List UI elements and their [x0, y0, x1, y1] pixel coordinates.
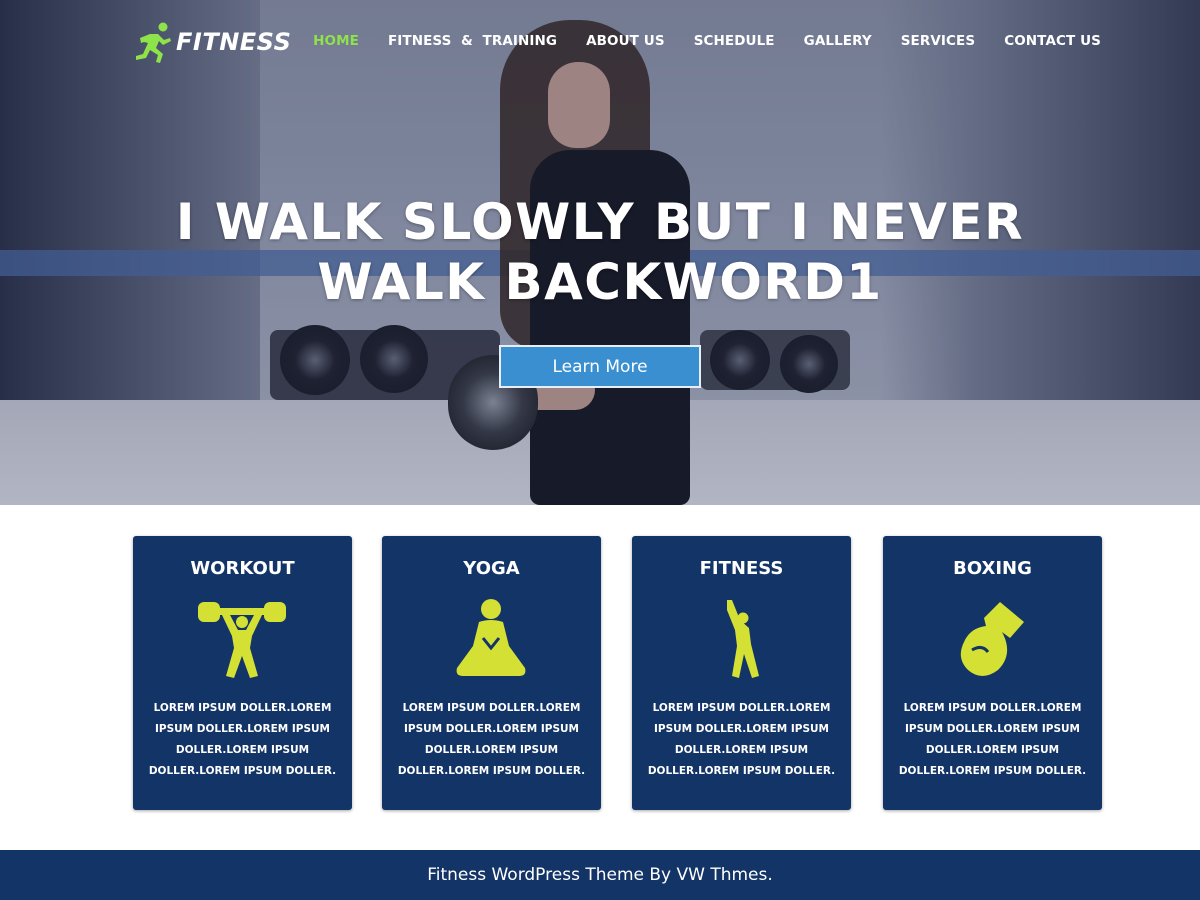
hero-headline-line1: I WALK SLOWLY BUT I NEVER: [175, 193, 1025, 251]
nav-item-contact-us[interactable]: CONTACT US: [1004, 33, 1101, 49]
card-title: FITNESS: [699, 558, 784, 579]
card-boxing[interactable]: BOXING LOREM IPSUM DOLLER.LOREM IPSUM DO…: [883, 536, 1102, 810]
card-fitness[interactable]: FITNESS LOREM IPSUM DOLLER.LOREM IPSUM D…: [632, 536, 851, 810]
hero-banner: FITNESS HOME FITNESS & TRAINING ABOUT US…: [0, 0, 1200, 505]
card-description: LOREM IPSUM DOLLER.LOREM IPSUM DOLLER.LO…: [647, 702, 836, 777]
hero-headline: I WALK SLOWLY BUT I NEVER WALK BACKWORD1: [100, 192, 1100, 312]
card-workout[interactable]: WORKOUT LOREM IPSUM DOLLER.LOREM IPSUM D…: [133, 536, 352, 810]
card-description: LOREM IPSUM DOLLER.LOREM IPSUM DOLLER.LO…: [397, 702, 586, 777]
nav-item-gallery[interactable]: GALLERY: [804, 33, 872, 49]
card-title: BOXING: [953, 558, 1032, 579]
main-navigation: HOME FITNESS & TRAINING ABOUT US SCHEDUL…: [284, 33, 1101, 49]
meditation-icon: [456, 599, 526, 676]
weightlifter-icon: [198, 602, 286, 678]
boxing-glove-icon: [960, 602, 1024, 676]
card-title: YOGA: [463, 558, 520, 579]
nav-item-schedule[interactable]: SCHEDULE: [694, 33, 775, 49]
hero-headline-line2: WALK BACKWORD1: [317, 253, 883, 311]
card-description: LOREM IPSUM DOLLER.LOREM IPSUM DOLLER.LO…: [148, 702, 337, 777]
nav-item-home[interactable]: HOME: [313, 33, 359, 49]
card-description: LOREM IPSUM DOLLER.LOREM IPSUM DOLLER.LO…: [898, 702, 1087, 777]
services-cards: WORKOUT LOREM IPSUM DOLLER.LOREM IPSUM D…: [0, 536, 1200, 810]
site-footer: Fitness WordPress Theme By VW Thmes.: [0, 850, 1200, 900]
footer-credit[interactable]: Fitness WordPress Theme By VW Thmes.: [427, 865, 773, 885]
stretching-icon: [727, 600, 759, 678]
nav-item-services[interactable]: SERVICES: [901, 33, 975, 49]
brand-name: FITNESS: [176, 28, 292, 56]
site-logo[interactable]: FITNESS: [134, 20, 291, 64]
nav-item-fitness-training[interactable]: FITNESS & TRAINING: [388, 33, 557, 49]
card-title: WORKOUT: [190, 558, 295, 579]
learn-more-button[interactable]: Learn More: [499, 345, 701, 388]
running-man-icon: [136, 22, 171, 63]
nav-item-about-us[interactable]: ABOUT US: [586, 33, 665, 49]
card-yoga[interactable]: YOGA LOREM IPSUM DOLLER.LOREM IPSUM DOLL…: [382, 536, 601, 810]
